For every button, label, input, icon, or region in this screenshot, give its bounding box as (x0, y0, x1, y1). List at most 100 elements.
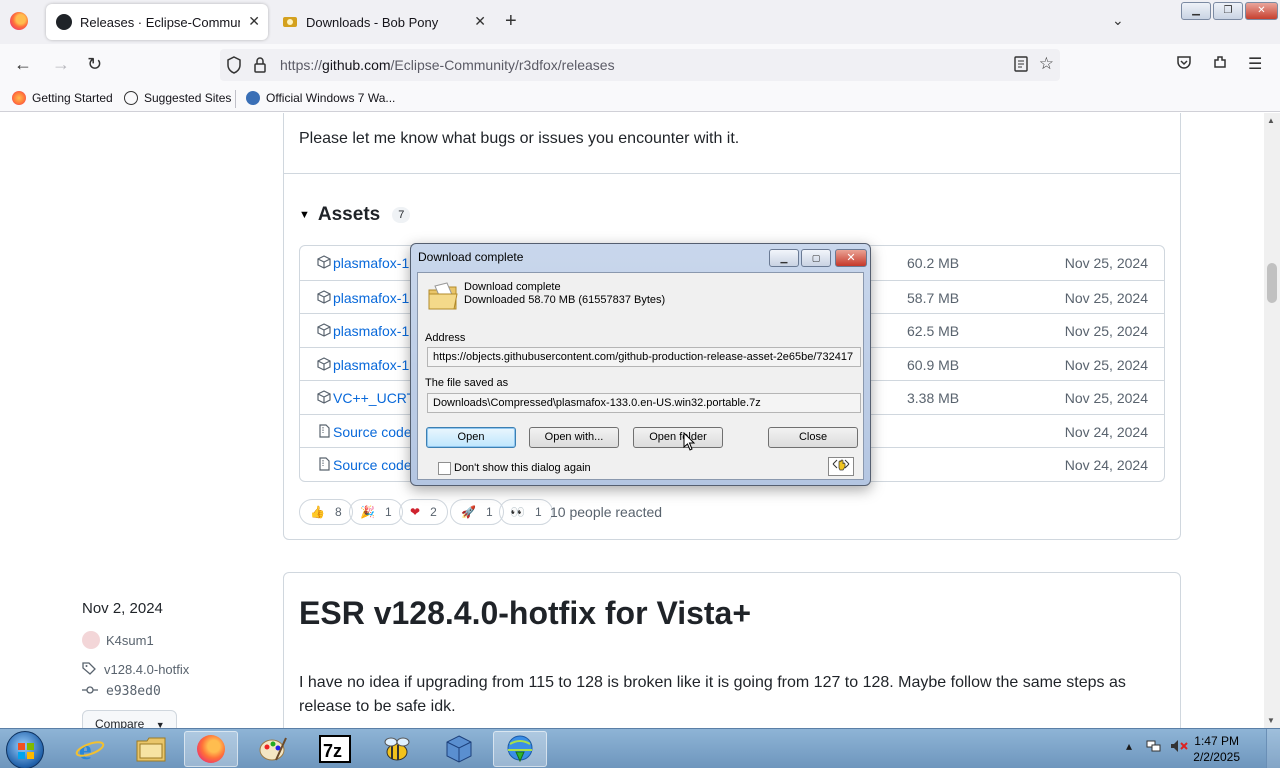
screen: Releases · Eclipse-Community/r3dfox ✕ Do… (0, 0, 1280, 768)
drag-drop-target[interactable] (828, 457, 854, 476)
nav-bar: ← → ↻ https://github.com/Eclipse-Communi… (0, 44, 1280, 86)
asset-date: Nov 25, 2024 (1064, 390, 1148, 406)
asset-size: 60.9 MB (907, 357, 960, 373)
scroll-thumb[interactable] (1267, 263, 1277, 303)
release-title[interactable]: ESR v128.4.0-hotfix for Vista+ (299, 595, 751, 632)
bookmark-star-icon[interactable]: ☆ (1039, 54, 1054, 74)
close-window-icon[interactable]: ✕ (1245, 2, 1278, 20)
restore-window-icon[interactable]: ❐ (1213, 2, 1243, 20)
open-with-button[interactable]: Open with... (529, 427, 619, 448)
release-body: I have no idea if upgrading from 115 to … (299, 674, 1126, 715)
asset-date: Nov 24, 2024 (1064, 457, 1148, 473)
asset-link[interactable]: VC++_UCRT (333, 390, 415, 406)
assets-toggle[interactable]: ▼ Assets 7 (299, 204, 411, 226)
release-commit[interactable]: e938ed0 (82, 684, 161, 699)
bookmark-suggested-sites[interactable]: Suggested Sites (124, 91, 231, 105)
asset-size: 60.2 MB (907, 255, 960, 271)
reaction-rocket[interactable]: 🚀 1 (450, 499, 504, 525)
reaction-heart[interactable]: ❤ 2 (399, 499, 448, 525)
minimize-window-icon[interactable]: ▁ (1181, 2, 1211, 20)
package-icon (317, 357, 331, 371)
close-tab-icon[interactable]: ✕ (474, 13, 486, 30)
dont-show-checkbox[interactable] (438, 462, 451, 475)
hamburger-menu-icon[interactable]: ☰ (1248, 54, 1262, 74)
dialog-body: Download complete Downloaded 58.70 MB (6… (417, 272, 864, 480)
bookmark-official-windows7[interactable]: Official Windows 7 Wa... (246, 91, 395, 105)
avatar (82, 631, 100, 649)
svg-text:7z: 7z (323, 741, 342, 761)
taskbar-virtualbox-icon[interactable] (432, 731, 486, 767)
forward-arrow-icon[interactable]: → (52, 54, 70, 75)
reload-icon[interactable]: ↻ (87, 54, 102, 75)
firefox-icon (12, 91, 26, 105)
close-button[interactable]: Close (768, 427, 858, 448)
saved-as-field[interactable]: Downloads\Compressed\plasmafox-133.0.en-… (427, 393, 861, 413)
asset-link[interactable]: plasmafox-1 (333, 323, 409, 339)
asset-date: Nov 25, 2024 (1064, 255, 1148, 271)
download-size-text: Downloaded 58.70 MB (61557837 Bytes) (464, 294, 666, 306)
url-text[interactable]: https://github.com/Eclipse-Community/r3d… (280, 57, 615, 73)
taskbar-clock[interactable]: 1:47 PM 2/2/2025 (1193, 733, 1240, 765)
asset-link[interactable]: plasmafox-1 (333, 290, 409, 306)
tab-releases[interactable]: Releases · Eclipse-Community/r3dfox ✕ (46, 4, 268, 40)
asset-date: Nov 24, 2024 (1064, 424, 1148, 440)
page-scrollbar[interactable]: ▲ ▼ (1264, 113, 1280, 728)
bookmarks-toolbar: Getting Started Suggested Sites Official… (0, 86, 1280, 112)
tab-downloads[interactable]: Downloads - Bob Pony ✕ (272, 4, 494, 40)
bookmark-separator (235, 90, 236, 108)
open-folder-button[interactable]: Open folder (633, 427, 723, 448)
clock-time: 1:47 PM (1194, 734, 1239, 748)
taskbar-file-explorer-icon[interactable] (124, 731, 178, 767)
taskbar-7zip-icon[interactable]: 7z (308, 731, 362, 767)
chevron-down-icon[interactable]: ⌄ (1112, 12, 1124, 29)
release-author[interactable]: K4sum1 (82, 631, 154, 649)
asset-link[interactable]: Source code (333, 424, 412, 440)
dialog-maximize-icon[interactable]: ▢ (801, 249, 831, 267)
globe-icon (124, 91, 138, 105)
reaction-tada[interactable]: 🎉 1 (349, 499, 403, 525)
asset-link[interactable]: plasmafox-1 (333, 357, 409, 373)
network-icon[interactable] (1146, 739, 1162, 756)
show-desktop-button[interactable] (1266, 729, 1280, 768)
taskbar-internet-explorer-icon[interactable]: e (63, 731, 117, 767)
pocket-icon[interactable] (1176, 54, 1192, 75)
taskbar-bee-app-icon[interactable] (370, 731, 424, 767)
taskbar-paint-icon[interactable] (246, 731, 300, 767)
open-button[interactable]: Open (426, 427, 516, 448)
start-button[interactable] (6, 731, 44, 768)
show-hidden-icons-icon[interactable]: ▴ (1126, 739, 1132, 753)
scroll-up-icon[interactable]: ▲ (1267, 116, 1275, 125)
dialog-minimize-icon[interactable]: ▁ (769, 249, 799, 267)
asset-link[interactable]: plasmafox-1 (333, 255, 409, 271)
scroll-down-icon[interactable]: ▼ (1267, 716, 1275, 725)
address-field[interactable]: https://objects.githubusercontent.com/gi… (427, 347, 861, 367)
lock-icon[interactable] (253, 56, 267, 79)
back-arrow-icon[interactable]: ← (14, 54, 32, 75)
caret-down-icon: ▼ (155, 720, 165, 728)
package-icon (317, 390, 331, 404)
close-tab-icon[interactable]: ✕ (248, 13, 260, 30)
taskbar-download-manager-icon[interactable] (493, 731, 547, 767)
dialog-close-icon[interactable]: ✕ (835, 249, 867, 267)
compare-button[interactable]: Compare ▼ (82, 710, 177, 728)
github-icon (56, 14, 72, 30)
url-bar[interactable]: https://github.com/Eclipse-Community/r3d… (220, 49, 1060, 81)
wordpress-icon (246, 91, 260, 105)
reactions-bar: 👍 8 🎉 1 ❤ 2 🚀 1 👀 1 10 people reacted (299, 499, 1159, 527)
reaction-thumbs-up[interactable]: 👍 8 (299, 499, 353, 525)
taskbar-firefox-icon[interactable] (184, 731, 238, 767)
reaction-eyes[interactable]: 👀 1 (499, 499, 553, 525)
shield-icon[interactable] (226, 56, 242, 79)
reader-view-icon[interactable] (1014, 56, 1028, 77)
bookmark-getting-started[interactable]: Getting Started (12, 91, 113, 105)
asset-size: 58.7 MB (907, 290, 960, 306)
extensions-icon[interactable] (1212, 54, 1228, 75)
mouse-cursor-icon (683, 431, 697, 457)
package-icon (317, 323, 331, 337)
volume-muted-icon[interactable] (1170, 739, 1188, 756)
asset-size: 62.5 MB (907, 323, 960, 339)
release-tag[interactable]: v128.4.0-hotfix (82, 661, 189, 678)
new-tab-plus-icon[interactable]: + (505, 10, 517, 33)
asset-link[interactable]: Source code (333, 457, 412, 473)
firefox-menu-icon[interactable] (10, 12, 28, 30)
